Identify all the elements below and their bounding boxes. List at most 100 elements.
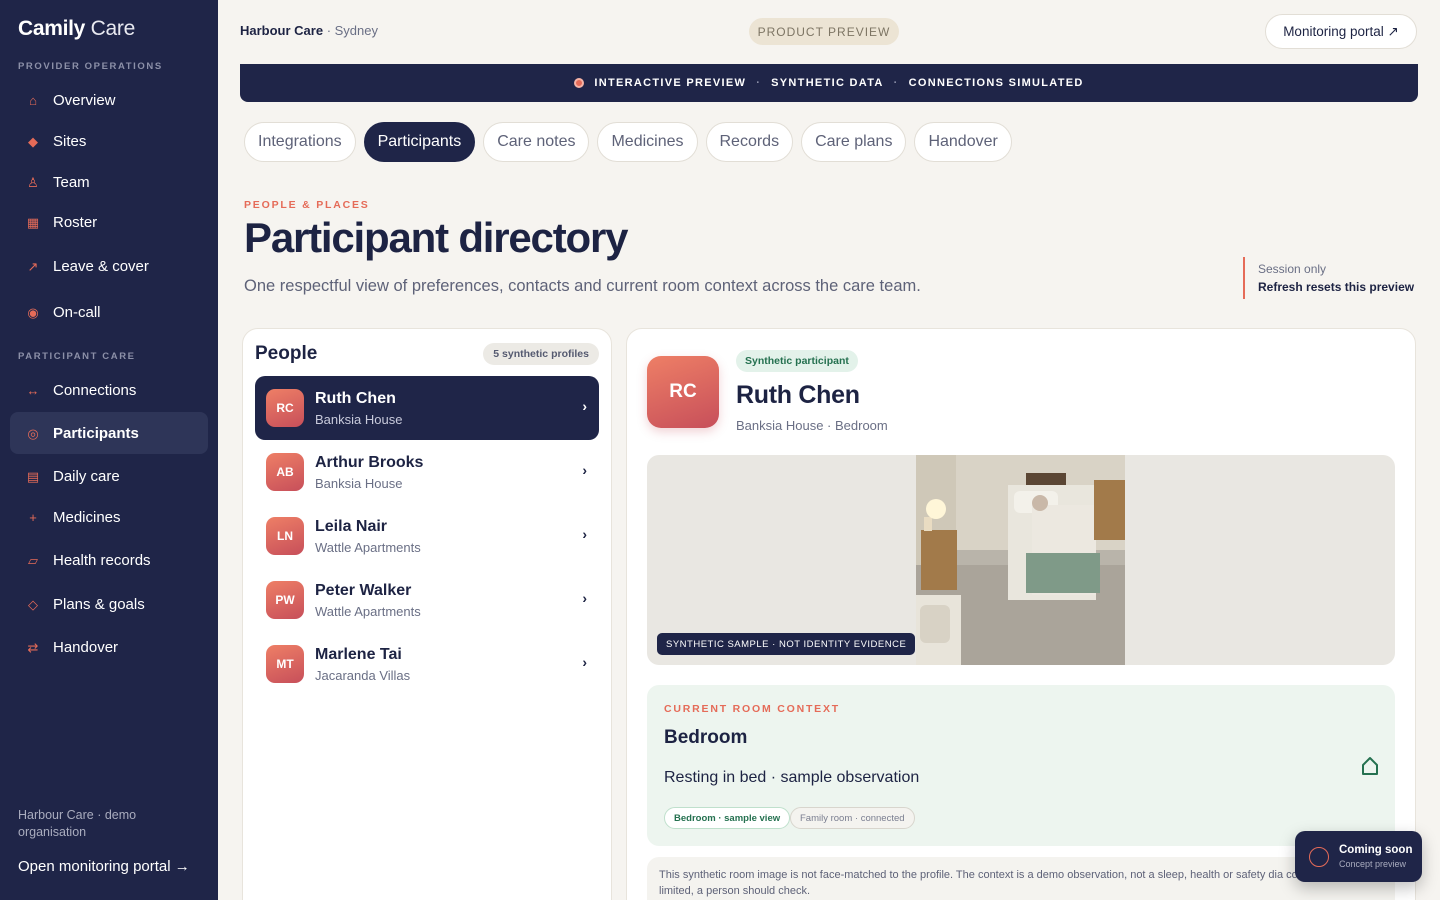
person-site: Wattle Apartments <box>315 603 421 619</box>
spinner-icon <box>1309 846 1329 867</box>
sidebar-item-medicines[interactable]: + Medicines <box>10 496 208 538</box>
tab-care-notes[interactable]: Care notes <box>483 122 590 162</box>
link-arrows-icon: ↔ <box>26 382 40 398</box>
org-city: · Sydney <box>323 23 378 38</box>
person-site: Banksia House <box>315 475 403 491</box>
sidebar: Camily Care PROVIDER OPERATIONS ⌂ Overvi… <box>0 0 218 900</box>
tab-care-plans[interactable]: Care plans <box>801 122 907 162</box>
preview-banner: INTERACTIVE PREVIEW · SYNTHETIC DATA · C… <box>240 64 1418 102</box>
person-row-peter-walker[interactable]: PW Peter Walker Wattle Apartments › <box>255 568 599 632</box>
toast-subtitle: Concept preview <box>1339 859 1407 869</box>
sidebar-item-roster[interactable]: ▦ Roster <box>10 201 208 243</box>
room-photo-frame: SYNTHETIC SAMPLE · NOT IDENTITY EVIDENCE <box>647 455 1395 665</box>
ring-icon: ◎ <box>27 425 39 441</box>
banner-separator: · <box>893 77 899 89</box>
avatar: AB <box>266 453 304 491</box>
person-row-marlene-tai[interactable]: MT Marlene Tai Jacaranda Villas › <box>255 632 599 696</box>
diamond-outline-icon: ◇ <box>28 596 38 612</box>
page-eyebrow: PEOPLE & PLACES <box>244 199 370 211</box>
person-site: Wattle Apartments <box>315 539 421 555</box>
list-icon: ▤ <box>26 468 40 484</box>
tab-participants[interactable]: Participants <box>363 122 476 162</box>
tab-integrations[interactable]: Integrations <box>244 122 356 162</box>
person-row-leila-nair[interactable]: LN Leila Nair Wattle Apartments › <box>255 504 599 568</box>
page-subtitle: One respectful view of preferences, cont… <box>244 277 921 295</box>
section-label-participant-care: PARTICIPANT CARE <box>18 351 136 362</box>
sidebar-item-label: Health records <box>53 551 151 569</box>
target-icon: ◉ <box>27 304 39 320</box>
organisation-label: Harbour Care · demo organisation <box>18 808 137 839</box>
participant-detail-panel: RC Synthetic participant Ruth Chen Banks… <box>626 328 1416 900</box>
banner-interactive-preview: INTERACTIVE PREVIEW <box>594 77 747 89</box>
banner-separator: · <box>756 77 762 89</box>
module-tabs: Integrations Participants Care notes Med… <box>244 122 1012 162</box>
sidebar-item-label: Roster <box>53 213 98 231</box>
profile-count-badge: 5 synthetic profiles <box>483 343 599 365</box>
sidebar-item-leave-cover[interactable]: ↗ Leave & cover <box>10 245 208 287</box>
open-monitoring-portal-link[interactable]: Open monitoring portal → <box>18 858 190 875</box>
brand-suffix: Care <box>90 17 136 40</box>
participant-name: Ruth Chen <box>736 381 860 409</box>
page-title: Participant directory <box>244 214 628 261</box>
organisation-breadcrumb: Harbour Care · Sydney <box>240 23 378 38</box>
arrow-icon: ↗ <box>27 258 39 274</box>
person-site: Banksia House <box>315 411 403 427</box>
context-room: Bedroom <box>664 727 748 748</box>
sidebar-item-participants[interactable]: ◎ Participants <box>10 412 208 454</box>
sidebar-item-label: Overview <box>53 91 116 109</box>
sidebar-item-team[interactable]: ♙ Team <box>10 161 208 203</box>
avatar: MT <box>266 645 304 683</box>
sidebar-item-label: Handover <box>53 638 119 656</box>
sidebar-item-overview[interactable]: ⌂ Overview <box>10 79 208 121</box>
participant-avatar: RC <box>647 356 719 428</box>
person-name: Ruth Chen <box>315 389 396 407</box>
sidebar-item-daily-care[interactable]: ▤ Daily care <box>10 455 208 497</box>
person-row-arthur-brooks[interactable]: AB Arthur Brooks Banksia House › <box>255 440 599 504</box>
sidebar-item-on-call[interactable]: ◉ On-call <box>10 291 208 333</box>
avatar: LN <box>266 517 304 555</box>
sidebar-item-label: Daily care <box>53 467 120 485</box>
chevron-right-icon: › <box>582 398 587 414</box>
tab-handover[interactable]: Handover <box>914 122 1012 162</box>
folder-icon: ▱ <box>28 552 38 568</box>
sidebar-item-label: On-call <box>53 303 101 321</box>
swap-icon: ⇄ <box>27 639 39 655</box>
sidebar-item-label: Participants <box>53 424 139 442</box>
person-row-ruth-chen[interactable]: RC Ruth Chen Banksia House › <box>255 376 599 440</box>
grid-icon: ▦ <box>26 214 40 230</box>
avatar: RC <box>266 389 304 427</box>
sidebar-item-plans-goals[interactable]: ◇ Plans & goals <box>10 583 208 625</box>
section-label-provider-operations: PROVIDER OPERATIONS <box>18 61 163 72</box>
sidebar-item-health-records[interactable]: ▱ Health records <box>10 539 208 581</box>
banner-connections-simulated: CONNECTIONS SIMULATED <box>908 77 1084 89</box>
person-name: Marlene Tai <box>315 645 402 663</box>
family-room-chip[interactable]: Family room · connected <box>790 807 915 829</box>
avatar: PW <box>266 581 304 619</box>
status-dot-icon <box>574 78 585 88</box>
toast-title: Coming soon <box>1339 844 1413 856</box>
org-name: Harbour Care <box>240 23 324 38</box>
sidebar-item-label: Team <box>53 173 90 191</box>
banner-synthetic-data: SYNTHETIC DATA <box>771 77 884 89</box>
home-icon <box>1362 757 1378 775</box>
person-name: Peter Walker <box>315 581 412 599</box>
bedroom-view-chip[interactable]: Bedroom · sample view <box>664 807 791 829</box>
person-icon: ♙ <box>27 174 39 190</box>
app-logo[interactable]: Camily Care <box>18 17 135 41</box>
tab-records[interactable]: Records <box>705 122 794 162</box>
plus-icon: + <box>29 509 37 525</box>
sidebar-item-sites[interactable]: ◆ Sites <box>10 120 208 162</box>
session-notice: Session only Refresh resets this preview <box>1243 257 1414 299</box>
monitoring-portal-button[interactable]: Monitoring portal ↗ <box>1265 14 1417 49</box>
coming-soon-toast[interactable]: Coming soon Concept preview <box>1295 831 1422 882</box>
sidebar-item-label: Sites <box>53 132 87 150</box>
session-label: Session only <box>1258 262 1327 276</box>
bedroom-illustration <box>916 455 1125 665</box>
sidebar-item-connections[interactable]: ↔ Connections <box>10 369 208 411</box>
context-eyebrow: CURRENT ROOM CONTEXT <box>664 703 840 715</box>
tab-medicines[interactable]: Medicines <box>597 122 698 162</box>
sidebar-item-label: Plans & goals <box>53 595 145 613</box>
sidebar-item-handover[interactable]: ⇄ Handover <box>10 626 208 668</box>
chevron-right-icon: › <box>582 462 587 478</box>
people-panel: People 5 synthetic profiles RC Ruth Chen… <box>242 328 612 900</box>
